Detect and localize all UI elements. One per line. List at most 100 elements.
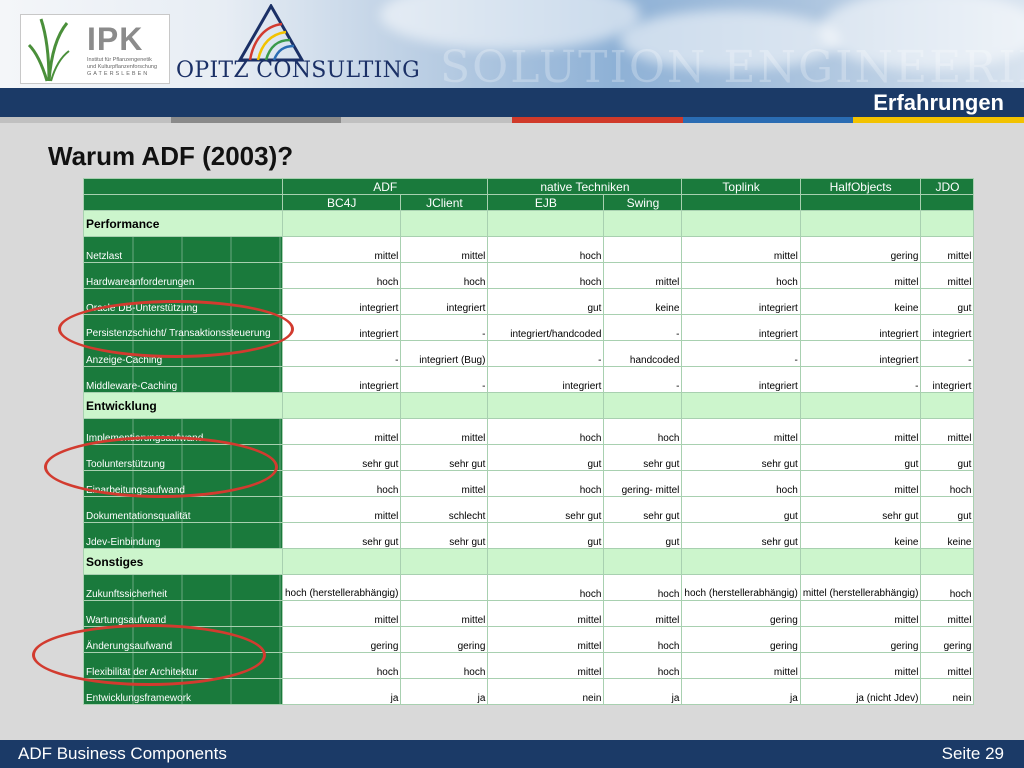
section-cell (400, 392, 489, 419)
ipk-name: IPK (87, 21, 144, 57)
value-cell: mittel (603, 600, 683, 627)
value-cell: hoch (920, 574, 975, 601)
section-cell (281, 548, 402, 575)
value-cell: - (799, 366, 922, 393)
value-cell: mittel (799, 600, 922, 627)
table-header-row: ADF native Techniken Toplink HalfObjects JDO (83, 178, 975, 195)
section-cell (281, 392, 402, 419)
banner-watermark: SOLUTION ENGINEERING (440, 42, 1024, 88)
header-sub (799, 194, 922, 211)
section-cell (799, 548, 922, 575)
value-cell: integriert (281, 314, 402, 341)
header-banner: SOLUTION ENGINEERING IPK Institut für Pf… (0, 0, 1024, 88)
value-cell: - (681, 340, 801, 367)
header-corner (83, 194, 283, 211)
opitz-logo: OPITZ CONSULTING (176, 2, 420, 86)
value-cell: gut (487, 444, 605, 471)
value-cell: mittel (920, 262, 975, 289)
value-cell: integriert (Bug) (400, 340, 489, 367)
table-subheader-row: BC4J JClient EJB Swing (83, 194, 975, 211)
header-corner (83, 178, 283, 195)
value-cell: integriert (681, 366, 801, 393)
value-cell: mittel (920, 652, 975, 679)
value-cell: mittel (400, 418, 489, 445)
value-cell: mittel (281, 236, 402, 263)
value-cell: mittel (herstellerabhängig) (799, 574, 922, 601)
value-cell: hoch (281, 470, 402, 497)
value-cell: hoch (487, 418, 605, 445)
value-cell: integriert (799, 314, 922, 341)
value-cell: mittel (920, 418, 975, 445)
value-cell: mittel (603, 262, 683, 289)
value-cell: integriert (400, 288, 489, 315)
value-cell: hoch (herstellerabhängig) (281, 574, 402, 601)
table-row: Hardwareanforderungen hoch hoch hoch mittel h… (83, 262, 975, 289)
value-cell: integriert/handcoded (487, 314, 605, 341)
color-strip-segment (853, 117, 1024, 123)
section-cell (487, 210, 605, 237)
value-cell: sehr gut (603, 496, 683, 523)
section-cell (920, 392, 975, 419)
value-cell (400, 574, 489, 601)
value-cell: - (603, 314, 683, 341)
value-cell: - (487, 340, 605, 367)
value-cell: keine (603, 288, 683, 315)
section-cell (400, 548, 489, 575)
value-cell: mittel (799, 262, 922, 289)
section-cell (603, 548, 683, 575)
value-cell: hoch (920, 470, 975, 497)
section-title: Erfahrungen (873, 90, 1004, 115)
section-title: Sonstiges (83, 548, 283, 575)
value-cell: gut (487, 522, 605, 549)
row-label: Wartungsaufwand (83, 600, 283, 627)
value-cell: mittel (799, 470, 922, 497)
plant-icon (27, 18, 70, 82)
value-cell: sehr gut (487, 496, 605, 523)
value-cell: gering (681, 600, 801, 627)
section-cell (681, 210, 801, 237)
header-sub (681, 194, 801, 211)
slide-title: Warum ADF (2003)? (48, 141, 294, 171)
value-cell: keine (799, 522, 922, 549)
color-strip-segment (341, 117, 513, 123)
value-cell: integriert (920, 314, 975, 341)
value-cell: ja (281, 678, 402, 705)
header-sub: JClient (400, 194, 489, 211)
section-title: Performance (83, 210, 283, 237)
row-label: Jdev-Einbindung (83, 522, 283, 549)
row-label: Netzlast (83, 236, 283, 263)
row-label: Dokumentationsqualität (83, 496, 283, 523)
value-cell: mittel (681, 236, 801, 263)
value-cell: gut (603, 522, 683, 549)
color-strip-segment (0, 117, 171, 123)
value-cell: nein (487, 678, 605, 705)
value-cell: integriert (281, 288, 402, 315)
highlight-circle (58, 300, 294, 358)
header-sub: Swing (603, 194, 683, 211)
value-cell: gering (920, 626, 975, 653)
value-cell: keine (799, 288, 922, 315)
value-cell: hoch (681, 262, 801, 289)
value-cell: gut (920, 496, 975, 523)
section-row: Performance (83, 210, 975, 237)
value-cell: sehr gut (681, 522, 801, 549)
value-cell: integriert (681, 288, 801, 315)
value-cell: nein (920, 678, 975, 705)
value-cell: hoch (herstellerabhängig) (681, 574, 801, 601)
section-cell (920, 210, 975, 237)
value-cell: hoch (487, 236, 605, 263)
value-cell: hoch (603, 418, 683, 445)
header-group: native Techniken (487, 178, 683, 195)
header-sub: BC4J (281, 194, 402, 211)
value-cell: hoch (487, 262, 605, 289)
section-row: Entwicklung (83, 392, 975, 419)
value-cell: mittel (920, 236, 975, 263)
value-cell: gering (400, 626, 489, 653)
header-sub (920, 194, 975, 211)
section-cell (681, 548, 801, 575)
value-cell: hoch (603, 574, 683, 601)
value-cell: sehr gut (799, 496, 922, 523)
value-cell: hoch (487, 574, 605, 601)
color-strip-segment (170, 117, 342, 123)
value-cell: hoch (681, 470, 801, 497)
